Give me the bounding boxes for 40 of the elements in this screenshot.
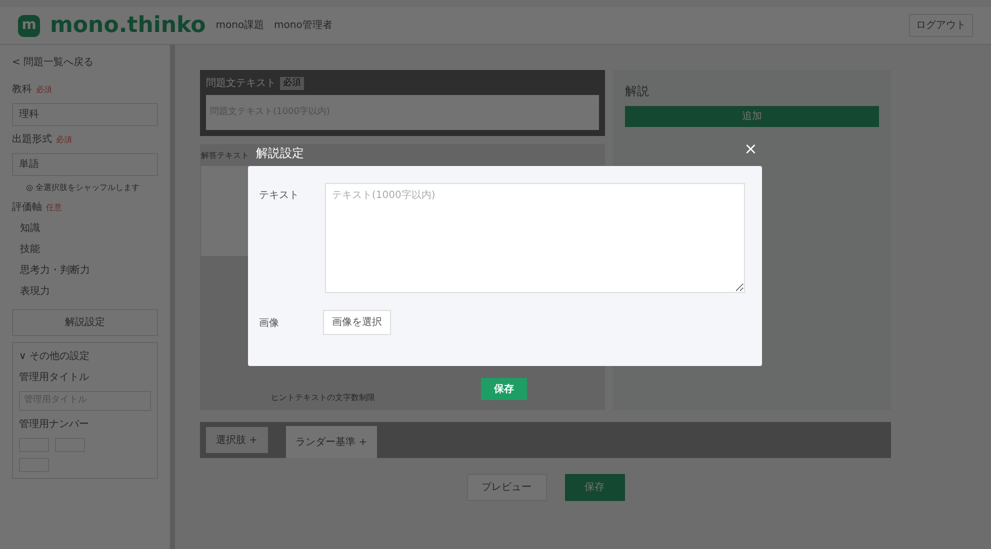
field-label: 出題形式 [12,132,52,147]
field-label: 教科 [12,82,32,97]
section-title: ∨ その他の設定 [19,350,90,364]
required-label: 必須 [36,84,52,96]
save-button[interactable]: 保存 [564,474,624,501]
select-field[interactable]: 理科 [12,103,158,126]
logo: mono.thinko [50,14,206,36]
logo-mark: m [18,14,40,36]
note-text: ◎ 全選択肢をシャッフルします [25,182,141,194]
logout-button[interactable]: ログアウト [909,14,973,37]
required-label: 必須 [56,134,72,146]
field-label: 管理用ナンバー [19,418,90,432]
card-title: 問題文テキスト [206,76,276,91]
option-item[interactable]: 思考力・判断力 [12,263,158,278]
nav-link[interactable]: mono課題 [216,18,264,33]
caption-text: ヒントテキストの文字数制限 [270,392,376,404]
card-title: 解答テキスト [201,150,249,162]
explain-settings-button[interactable]: 解説設定 [12,309,158,336]
text-area[interactable]: テキスト(1000字以内) [325,183,745,293]
option-item[interactable]: 知識 [12,221,158,236]
field-label: 管理用タイトル [19,371,90,385]
field-label: 評価軸 [12,200,42,215]
preview-button[interactable]: プレビュー [466,474,546,501]
add-button[interactable]: 追加 [625,106,879,127]
required-badge: 必須 [280,76,304,90]
panel-title: 解説 [625,83,650,100]
tab[interactable]: ランダー基準 + [286,426,378,458]
back-link[interactable]: < 問題一覧へ戻る [12,55,158,70]
close-button[interactable]: × [744,141,758,157]
field-label: 画像 [259,317,279,331]
required-label: 任意 [46,202,62,214]
option-item[interactable]: 表現力 [12,284,158,299]
save-button[interactable]: 保存 [481,378,527,400]
choose-image-button[interactable]: 画像を選択 [323,310,391,335]
field-label: テキスト [259,189,299,203]
select-field[interactable]: 単語 [12,153,158,176]
nav-link[interactable]: mono管理者 [274,18,332,33]
tab[interactable]: 選択肢 + [206,427,268,453]
option-item[interactable]: 技能 [12,242,158,257]
dialog-title: 解説設定 [256,145,304,162]
